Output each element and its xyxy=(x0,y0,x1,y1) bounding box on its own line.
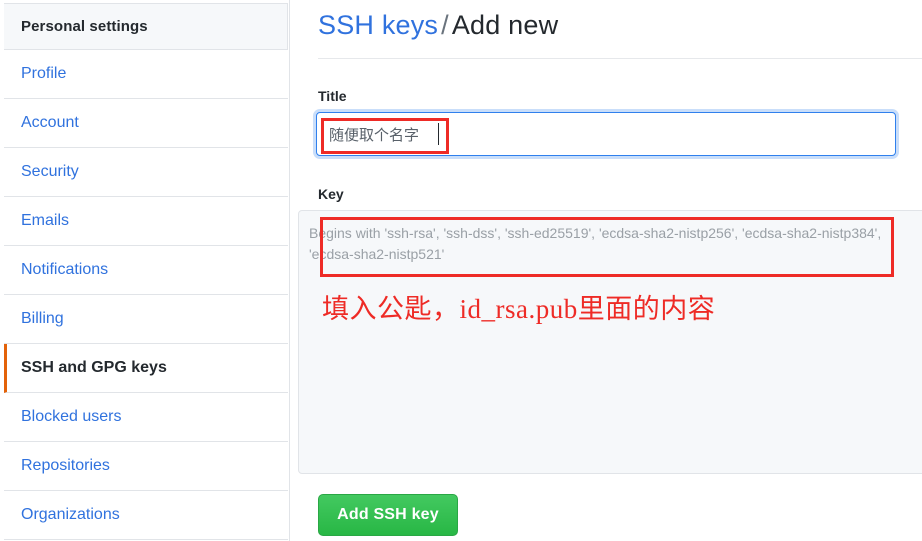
sidebar-item-label: Repositories xyxy=(21,457,110,474)
sidebar-item-security[interactable]: Security xyxy=(4,148,288,197)
sidebar-item-emails[interactable]: Emails xyxy=(4,197,288,246)
sidebar-item-organizations[interactable]: Organizations xyxy=(4,491,288,540)
main-content: SSH keys/Add new Title Key 填入公匙，id_rsa.p… xyxy=(290,0,922,541)
sidebar-item-notifications[interactable]: Notifications xyxy=(4,246,288,295)
ssh-key-add-page: Personal settings Profile Account Securi… xyxy=(0,0,922,541)
sidebar-item-ssh-and-gpg-keys[interactable]: SSH and GPG keys xyxy=(4,344,288,393)
title-field-wrapper xyxy=(316,112,896,156)
sidebar-item-account[interactable]: Account xyxy=(4,99,288,148)
key-field-label: Key xyxy=(318,186,344,202)
annotation-note: 填入公匙，id_rsa.pub里面的内容 xyxy=(322,294,716,324)
title-input[interactable] xyxy=(316,112,896,156)
sidebar-item-label: Organizations xyxy=(21,506,120,523)
sidebar-item-label: Emails xyxy=(21,212,70,229)
text-caret xyxy=(438,123,439,145)
breadcrumb: SSH keys / Add new xyxy=(318,10,558,41)
sidebar-item-profile[interactable]: Profile xyxy=(4,50,288,99)
key-textarea[interactable] xyxy=(298,210,922,474)
sidebar-item-label: SSH and GPG keys xyxy=(21,359,167,376)
sidebar-header: Personal settings xyxy=(4,3,288,50)
sidebar-item-label: Billing xyxy=(21,310,64,327)
personal-settings-sidebar: Personal settings Profile Account Securi… xyxy=(0,0,290,541)
breadcrumb-current: Add new xyxy=(451,10,559,40)
title-field-label: Title xyxy=(318,88,347,104)
breadcrumb-link-ssh-keys[interactable]: SSH keys xyxy=(318,10,438,40)
sidebar-item-label: Account xyxy=(21,114,79,131)
sidebar-item-repositories[interactable]: Repositories xyxy=(4,442,288,491)
title-divider xyxy=(318,58,922,59)
sidebar-item-label: Profile xyxy=(21,65,67,82)
sidebar-item-blocked-users[interactable]: Blocked users xyxy=(4,393,288,442)
sidebar-item-billing[interactable]: Billing xyxy=(4,295,288,344)
add-ssh-key-button[interactable]: Add SSH key xyxy=(318,494,458,536)
breadcrumb-separator: / xyxy=(441,10,449,40)
sidebar-item-label: Security xyxy=(21,163,79,180)
sidebar-item-label: Blocked users xyxy=(21,408,122,425)
sidebar-item-label: Notifications xyxy=(21,261,109,278)
